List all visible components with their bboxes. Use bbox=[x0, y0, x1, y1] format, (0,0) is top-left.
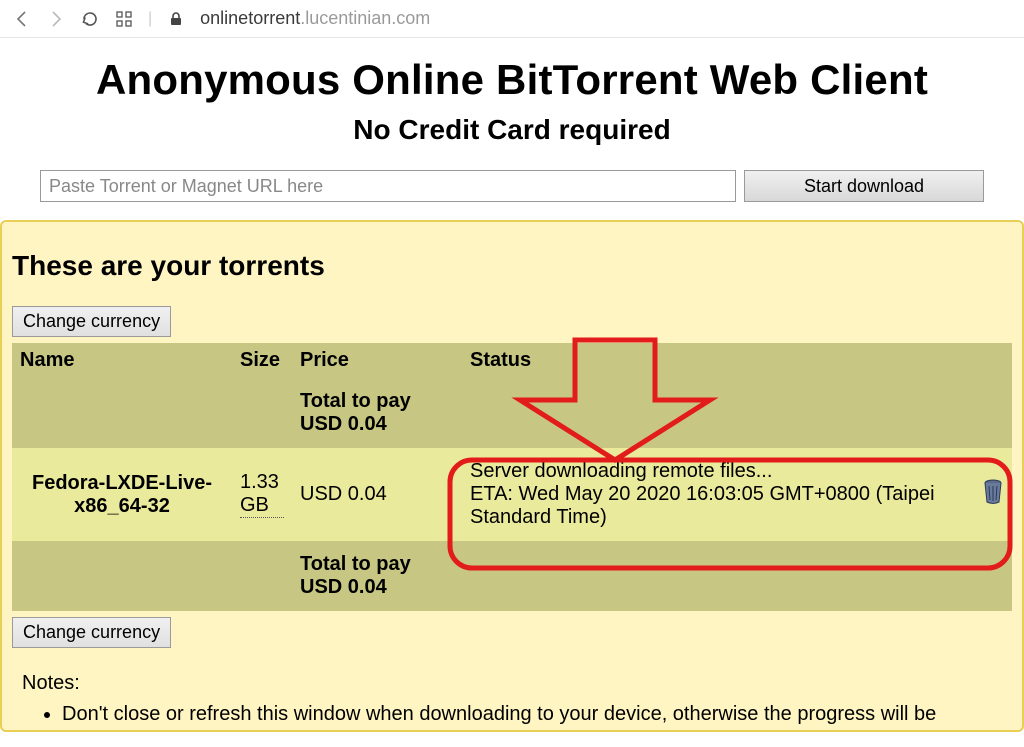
torrents-panel: These are your torrents Change currency … bbox=[0, 220, 1024, 732]
forward-icon[interactable] bbox=[46, 9, 66, 29]
col-price: Price bbox=[292, 343, 462, 378]
note-item: Don't close or refresh this window when … bbox=[62, 703, 1002, 726]
total-bottom: Total to pay USD 0.04 bbox=[292, 541, 462, 611]
browser-toolbar: | onlinetorrent.lucentinian.com bbox=[0, 0, 1024, 38]
col-actions bbox=[974, 343, 1012, 378]
total-label: Total to pay bbox=[300, 390, 411, 412]
url-domain: .lucentinian.com bbox=[300, 8, 430, 28]
page-title: Anonymous Online BitTorrent Web Client bbox=[10, 56, 1014, 104]
magnet-url-input[interactable] bbox=[40, 170, 736, 202]
change-currency-button-bottom[interactable]: Change currency bbox=[12, 617, 171, 648]
col-name: Name bbox=[12, 343, 232, 378]
notes-heading: Notes: bbox=[22, 672, 1002, 695]
total-value: USD 0.04 bbox=[300, 576, 387, 598]
lock-icon bbox=[166, 9, 186, 29]
col-status: Status bbox=[462, 343, 974, 378]
torrents-heading: These are your torrents bbox=[12, 250, 1012, 282]
start-download-button[interactable]: Start download bbox=[744, 170, 984, 202]
total-label: Total to pay bbox=[300, 553, 411, 575]
torrents-table: Name Size Price Status Total to pay USD … bbox=[12, 343, 1012, 611]
page-subtitle: No Credit Card required bbox=[10, 114, 1014, 146]
status-line-2: ETA: Wed May 20 2020 16:03:05 GMT+0800 (… bbox=[470, 483, 966, 529]
reload-icon[interactable] bbox=[80, 9, 100, 29]
toolbar-separator: | bbox=[148, 10, 152, 28]
total-top: Total to pay USD 0.04 bbox=[292, 378, 462, 448]
trash-icon[interactable] bbox=[982, 488, 1004, 510]
notes-list: Don't close or refresh this window when … bbox=[22, 703, 1002, 726]
total-value: USD 0.04 bbox=[300, 413, 387, 435]
address-url[interactable]: onlinetorrent.lucentinian.com bbox=[200, 8, 430, 29]
torrent-name: Fedora-LXDE-Live-x86_64-32 bbox=[12, 448, 232, 541]
url-subdomain: onlinetorrent bbox=[200, 8, 300, 28]
table-row: Fedora-LXDE-Live-x86_64-32 1.33 GB USD 0… bbox=[12, 448, 1012, 541]
torrent-size: 1.33 GB bbox=[232, 448, 292, 541]
search-row: Start download bbox=[0, 170, 1024, 220]
torrent-status: Server downloading remote files... ETA: … bbox=[462, 448, 974, 541]
apps-grid-icon[interactable] bbox=[114, 9, 134, 29]
status-line-1: Server downloading remote files... bbox=[470, 460, 966, 483]
change-currency-button-top[interactable]: Change currency bbox=[12, 306, 171, 337]
torrent-price: USD 0.04 bbox=[292, 448, 462, 541]
col-size: Size bbox=[232, 343, 292, 378]
back-icon[interactable] bbox=[12, 9, 32, 29]
